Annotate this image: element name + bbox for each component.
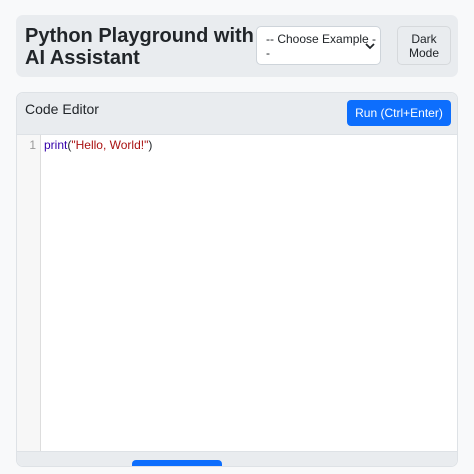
app-header: Python Playground with AI Assistant -- C… bbox=[16, 15, 458, 77]
line-number: 1 bbox=[29, 138, 36, 152]
page: Python Playground with AI Assistant -- C… bbox=[0, 0, 474, 474]
code-input[interactable]: print("Hello, World!") bbox=[42, 135, 457, 451]
dark-mode-label-line2: Mode bbox=[408, 46, 440, 60]
example-select-value: -- Choose Example -- bbox=[266, 31, 377, 60]
editor-title: Code Editor bbox=[25, 101, 99, 117]
dark-mode-label-line1: Dark bbox=[411, 32, 437, 46]
code-token-string: "Hello, World!" bbox=[71, 138, 149, 152]
chevron-down-icon bbox=[365, 43, 375, 50]
code-token-paren-close: ) bbox=[148, 138, 153, 152]
dark-mode-button[interactable]: Dark Mode bbox=[397, 26, 451, 65]
footer-button[interactable] bbox=[132, 460, 222, 466]
code-token-function: print bbox=[44, 138, 68, 152]
example-select[interactable]: -- Choose Example -- bbox=[256, 26, 381, 65]
editor-footer bbox=[17, 451, 457, 466]
run-button[interactable]: Run (Ctrl+Enter) bbox=[347, 100, 451, 126]
code-line: print("Hello, World!") bbox=[44, 138, 152, 152]
editor-header: Code Editor Run (Ctrl+Enter) bbox=[17, 93, 457, 135]
code-editor-card: Code Editor Run (Ctrl+Enter) 1 print("He… bbox=[16, 92, 458, 467]
page-title: Python Playground with AI Assistant bbox=[25, 25, 254, 69]
line-number-gutter: 1 bbox=[17, 135, 41, 451]
